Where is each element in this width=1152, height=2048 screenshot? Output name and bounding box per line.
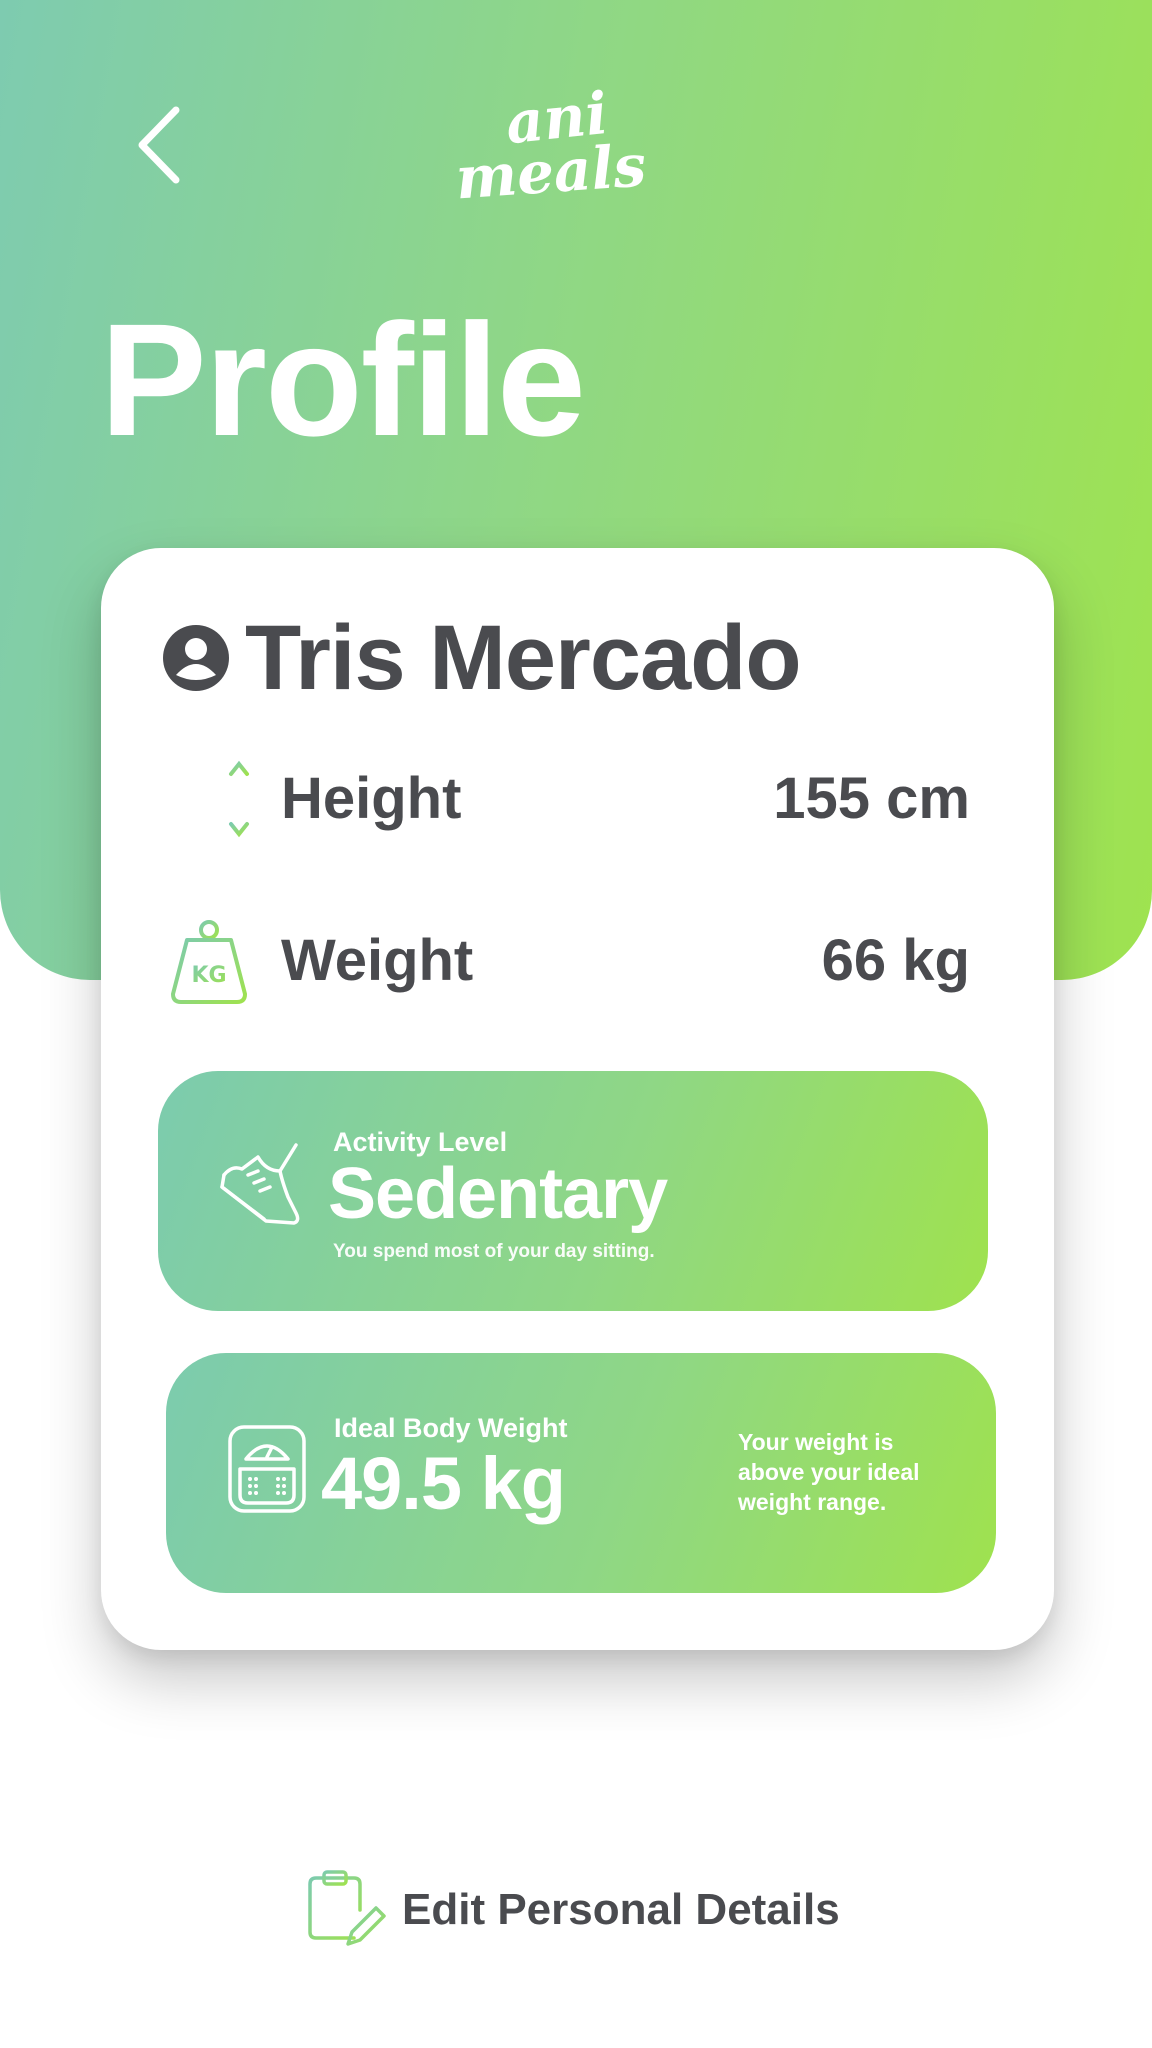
page-title: Profile [100, 290, 586, 469]
weight-value: 66 kg [821, 927, 970, 993]
weight-label: Weight [281, 927, 474, 993]
profile-card: Tris Mercado Height 155 cm KG Weight 66 … [101, 548, 1054, 1650]
scale-icon [228, 1425, 306, 1513]
edit-personal-details-button[interactable]: Edit Personal Details [306, 1870, 840, 1950]
weight-icon-text: KG [191, 963, 226, 988]
app-logo: ani meals [453, 79, 648, 208]
logo-line2: meals [453, 131, 648, 208]
weight-row: KG Weight 66 kg [165, 910, 970, 1010]
ideal-weight-caption: Ideal Body Weight [334, 1413, 568, 1443]
clipboard-edit-icon [308, 1870, 386, 1946]
edit-personal-details-label: Edit Personal Details [402, 1885, 840, 1934]
activity-level-card[interactable]: Activity Level Sedentary You spend most … [158, 1071, 988, 1311]
profile-name: Tris Mercado [245, 606, 802, 709]
ideal-weight-card: Ideal Body Weight 49.5 kg Your weight is… [166, 1353, 996, 1593]
height-icon [169, 760, 249, 838]
height-label: Height [281, 765, 462, 831]
user-icon [163, 625, 229, 691]
shoe-icon [220, 1143, 300, 1225]
height-row: Height 155 cm [165, 748, 970, 848]
height-value: 155 cm [773, 765, 970, 831]
activity-level-value: Sedentary [328, 1154, 668, 1234]
ideal-weight-value: 49.5 kg [321, 1442, 566, 1525]
profile-name-row: Tris Mercado [161, 606, 802, 709]
ideal-weight-note: Your weight is above your ideal weight r… [738, 1429, 920, 1515]
weight-kg-icon: KG [171, 920, 247, 1004]
activity-description: You spend most of your day sitting. [333, 1241, 655, 1262]
back-chevron-icon[interactable] [128, 100, 198, 190]
